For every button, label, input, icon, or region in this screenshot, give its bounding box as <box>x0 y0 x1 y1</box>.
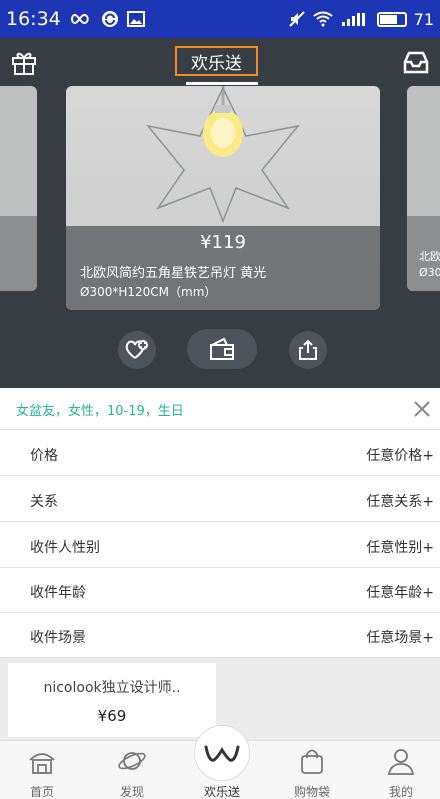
share-button[interactable] <box>289 331 327 369</box>
filter-row-price[interactable]: 价格 任意价格+ <box>0 431 440 476</box>
filter-row-scene[interactable]: 收件场景 任意场景+ <box>0 613 440 658</box>
product-carousel-area: 欢乐送 ¥119 北欧风简约五角星铁艺吊灯 黄光 Ø300*H120CM（mm）… <box>0 38 440 388</box>
filter-label: 收件年龄 <box>30 585 86 601</box>
top-bar: 欢乐送 <box>0 38 440 86</box>
product-info: ¥119 北欧风简约五角星铁艺吊灯 黄光 Ø300*H120CM（mm） <box>66 226 380 310</box>
filter-summary: 女盆友，女性，10-19，生日 <box>16 404 184 419</box>
filter-value[interactable]: 任意年龄+ <box>366 582 434 602</box>
filter-header: 女盆友，女性，10-19，生日 <box>0 388 440 430</box>
profile-icon <box>387 749 415 775</box>
product-card-previous[interactable] <box>0 86 37 291</box>
share-icon <box>299 339 317 360</box>
product-image <box>146 86 300 224</box>
signal-icon <box>341 13 365 26</box>
filter-value[interactable]: 任意性别+ <box>366 537 434 557</box>
add-favorite-button[interactable] <box>118 331 156 369</box>
filter-value[interactable]: 任意场景+ <box>366 627 434 647</box>
recommended-item-price: ¥69 <box>97 707 127 725</box>
bottom-nav: 首页 发现 欢乐送 购物袋 我的 <box>0 725 440 799</box>
planet-icon <box>118 752 146 770</box>
wallet-icon <box>210 337 234 360</box>
nav-item-bag[interactable]: 购物袋 <box>272 741 352 799</box>
nav-item-happy-send[interactable] <box>194 725 250 781</box>
mute-icon <box>288 11 305 27</box>
product-size: Ø300*H120CM（mm） <box>80 285 217 299</box>
filter-value[interactable]: 任意价格+ <box>366 445 434 465</box>
product-name: 北欧风简约五角星铁艺吊灯 黄光 <box>80 266 267 281</box>
battery-percent: 71 <box>413 9 434 29</box>
gift-icon[interactable] <box>10 48 38 76</box>
nav-label: 购物袋 <box>293 785 330 799</box>
inbox-icon[interactable] <box>402 48 430 76</box>
sync-icon <box>101 11 118 27</box>
page-title: 欢乐送 <box>175 46 258 76</box>
bag-icon <box>301 749 323 774</box>
filter-row-gender[interactable]: 收件人性别 任意性别+ <box>0 523 440 568</box>
nav-item-discover[interactable]: 发现 <box>92 741 172 799</box>
nav-item-profile[interactable]: 我的 <box>361 741 440 799</box>
infinity-icon <box>70 13 89 25</box>
product-card[interactable]: ¥119 北欧风简约五角星铁艺吊灯 黄光 Ø300*H120CM（mm） <box>66 86 380 310</box>
product-card-next[interactable]: 北欧 Ø30 <box>407 86 440 291</box>
filter-row-age[interactable]: 收件年龄 任意年龄+ <box>0 568 440 613</box>
product-price: ¥119 <box>200 232 246 253</box>
next-card-name: 北欧 <box>419 250 440 263</box>
recommended-item-card[interactable]: nicolook独立设计师.. ¥69 <box>8 663 216 737</box>
filter-label: 收件场景 <box>30 630 86 646</box>
image-icon <box>126 11 145 27</box>
filter-label: 收件人性别 <box>30 540 100 556</box>
close-icon[interactable] <box>412 399 432 419</box>
w-logo-icon <box>204 745 240 762</box>
filter-row-relation[interactable]: 关系 任意关系+ <box>0 477 440 522</box>
filter-label: 关系 <box>30 494 58 510</box>
recommended-item-name: nicolook独立设计师.. <box>43 680 181 696</box>
next-card-size: Ø30 <box>419 266 440 279</box>
filter-value[interactable]: 任意关系+ <box>366 491 434 511</box>
nav-label: 发现 <box>119 785 144 799</box>
wifi-icon <box>313 11 333 27</box>
wallet-button[interactable] <box>187 329 257 369</box>
nav-label: 首页 <box>29 785 54 799</box>
battery-icon <box>376 11 407 27</box>
nav-item-home[interactable]: 首页 <box>2 741 82 799</box>
heart-plus-icon <box>125 340 148 359</box>
nav-label: 我的 <box>388 785 413 799</box>
status-time: 16:34 <box>6 8 61 30</box>
home-icon <box>29 753 55 774</box>
title-underline <box>186 82 258 85</box>
filter-label: 价格 <box>30 448 58 464</box>
nav-label: 欢乐送 <box>203 785 240 799</box>
status-bar: 16:34 71 <box>0 0 440 38</box>
